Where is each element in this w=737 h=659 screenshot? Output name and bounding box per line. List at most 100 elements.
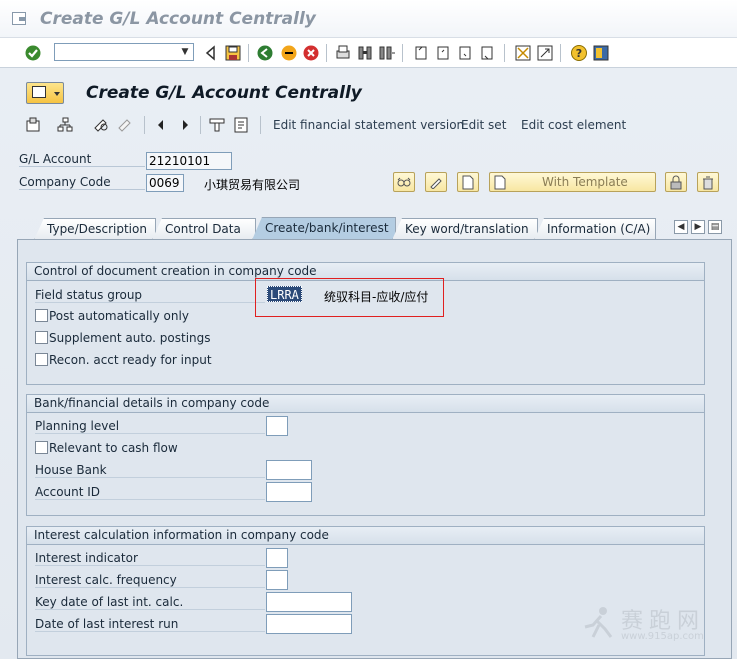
- tab-information-ca[interactable]: Information (C/A): [534, 218, 656, 240]
- next-icon[interactable]: [176, 116, 194, 134]
- key-date-field[interactable]: [266, 592, 352, 612]
- group-title: Bank/financial details in company code: [27, 395, 704, 413]
- page-title: Create G/L Account Centrally: [86, 83, 362, 103]
- table-icon[interactable]: [208, 116, 226, 134]
- edit-cost-element-button[interactable]: Edit cost element: [521, 118, 626, 132]
- planning-level-field[interactable]: [266, 416, 288, 436]
- tab-create-bank-interest[interactable]: Create/bank/interest: [252, 217, 396, 240]
- document-icon[interactable]: [232, 116, 250, 134]
- cancel-icon[interactable]: [302, 44, 320, 62]
- chevron-down-icon[interactable]: ▼: [179, 46, 191, 58]
- svg-text:?: ?: [576, 47, 582, 60]
- other-object-icon[interactable]: [24, 116, 42, 134]
- post-auto-checkbox[interactable]: [35, 309, 48, 322]
- tab-label: Information (C/A): [547, 222, 651, 236]
- tab-label: Key word/translation: [405, 222, 529, 236]
- toolbar-separator: [504, 44, 505, 62]
- first-page-icon[interactable]: [412, 44, 430, 62]
- group-title: Interest calculation information in comp…: [27, 527, 704, 545]
- with-template-button[interactable]: With Template: [489, 172, 656, 192]
- trash-icon: [703, 176, 713, 190]
- interest-indicator-label: Interest indicator: [35, 551, 265, 566]
- where-used-icon[interactable]: [116, 116, 134, 134]
- tab-key-word-translation[interactable]: Key word/translation: [392, 218, 538, 240]
- back-nav-icon[interactable]: [256, 44, 274, 62]
- cash-flow-checkbox[interactable]: [35, 441, 48, 454]
- menu-icon[interactable]: [12, 12, 26, 25]
- tab-scroll-left-icon[interactable]: ◀: [674, 220, 688, 234]
- supplement-label: Supplement auto. postings: [49, 331, 211, 345]
- shortcut-icon[interactable]: [536, 44, 554, 62]
- supplement-checkbox[interactable]: [35, 331, 48, 344]
- display-change-icon[interactable]: [92, 116, 110, 134]
- application-toolbar: Edit financial statement version Edit se…: [0, 110, 737, 140]
- chevron-down-icon: [54, 92, 60, 96]
- change-button[interactable]: [425, 172, 447, 192]
- house-bank-label: House Bank: [35, 463, 265, 478]
- window-titlebar: Create G/L Account Centrally: [0, 0, 737, 38]
- toolbar-separator: [144, 116, 145, 134]
- company-code-label: Company Code: [19, 175, 145, 190]
- company-code-field[interactable]: 0069: [146, 174, 184, 192]
- template-icon: [494, 175, 506, 190]
- tab-control-data[interactable]: Control Data: [152, 218, 256, 240]
- block-button[interactable]: [665, 172, 687, 192]
- next-page-icon[interactable]: [456, 44, 474, 62]
- previous-icon[interactable]: [152, 116, 170, 134]
- application-title-bar: Create G/L Account Centrally: [0, 76, 737, 106]
- edit-set-button[interactable]: Edit set: [461, 118, 506, 132]
- with-template-label: With Template: [542, 175, 628, 189]
- watermark: 赛跑网 www.915ap.com: [581, 603, 721, 645]
- last-run-field[interactable]: [266, 614, 352, 634]
- toolbar-separator: [326, 44, 327, 62]
- delete-button[interactable]: [697, 172, 719, 192]
- account-id-label: Account ID: [35, 485, 265, 500]
- command-field[interactable]: ▼: [54, 43, 194, 61]
- company-name: 小琪贸易有限公司: [204, 178, 301, 192]
- house-bank-field[interactable]: [266, 460, 312, 480]
- field-status-group-label: Field status group: [35, 288, 265, 303]
- find-icon[interactable]: [356, 44, 374, 62]
- window-title: Create G/L Account Centrally: [40, 9, 316, 29]
- tab-strip: Type/Description Control Data Create/ban…: [34, 217, 734, 240]
- highlight-box: [255, 278, 444, 317]
- help-icon[interactable]: ?: [570, 44, 588, 62]
- last-page-icon[interactable]: [478, 44, 496, 62]
- interest-frequency-field[interactable]: [266, 570, 288, 590]
- back-icon[interactable]: [202, 44, 220, 62]
- print-icon[interactable]: [334, 44, 352, 62]
- display-button[interactable]: [393, 172, 415, 192]
- previous-page-icon[interactable]: [434, 44, 452, 62]
- hierarchy-icon[interactable]: [56, 116, 74, 134]
- enter-icon[interactable]: [24, 44, 42, 62]
- account-id-field[interactable]: [266, 482, 312, 502]
- tab-type-description[interactable]: Type/Description: [34, 218, 156, 240]
- interest-indicator-field[interactable]: [266, 548, 288, 568]
- new-session-icon[interactable]: [514, 44, 532, 62]
- toolbar-separator: [200, 116, 201, 134]
- pencil-icon: [430, 178, 442, 189]
- tab-scroll-right-icon[interactable]: ▶: [691, 220, 705, 234]
- glasses-icon: [397, 177, 411, 187]
- cash-flow-label: Relevant to cash flow: [49, 441, 178, 455]
- create-button[interactable]: [457, 172, 479, 192]
- layout-menu-icon[interactable]: [592, 44, 610, 62]
- toolbar-separator: [402, 44, 403, 62]
- exit-icon[interactable]: [280, 44, 298, 62]
- edit-fs-version-button[interactable]: Edit financial statement version: [273, 118, 464, 132]
- tab-list-icon[interactable]: ▤: [708, 220, 722, 234]
- tab-label: Create/bank/interest: [265, 221, 389, 235]
- recon-checkbox[interactable]: [35, 353, 48, 366]
- bank-details-group: Bank/financial details in company code P…: [26, 394, 705, 516]
- save-icon[interactable]: [224, 44, 242, 62]
- planning-level-label: Planning level: [35, 419, 265, 434]
- menu-button[interactable]: [26, 82, 64, 104]
- toolbar-separator: [248, 44, 249, 62]
- application-area: Create G/L Account Centrally Edit financ…: [0, 68, 737, 659]
- find-next-icon[interactable]: [378, 44, 396, 62]
- last-run-label: Date of last interest run: [35, 617, 265, 632]
- menu-icon: [32, 86, 46, 98]
- key-date-label: Key date of last int. calc.: [35, 595, 265, 610]
- toolbar-separator: [260, 116, 261, 134]
- gl-account-field[interactable]: 21210101: [146, 152, 232, 170]
